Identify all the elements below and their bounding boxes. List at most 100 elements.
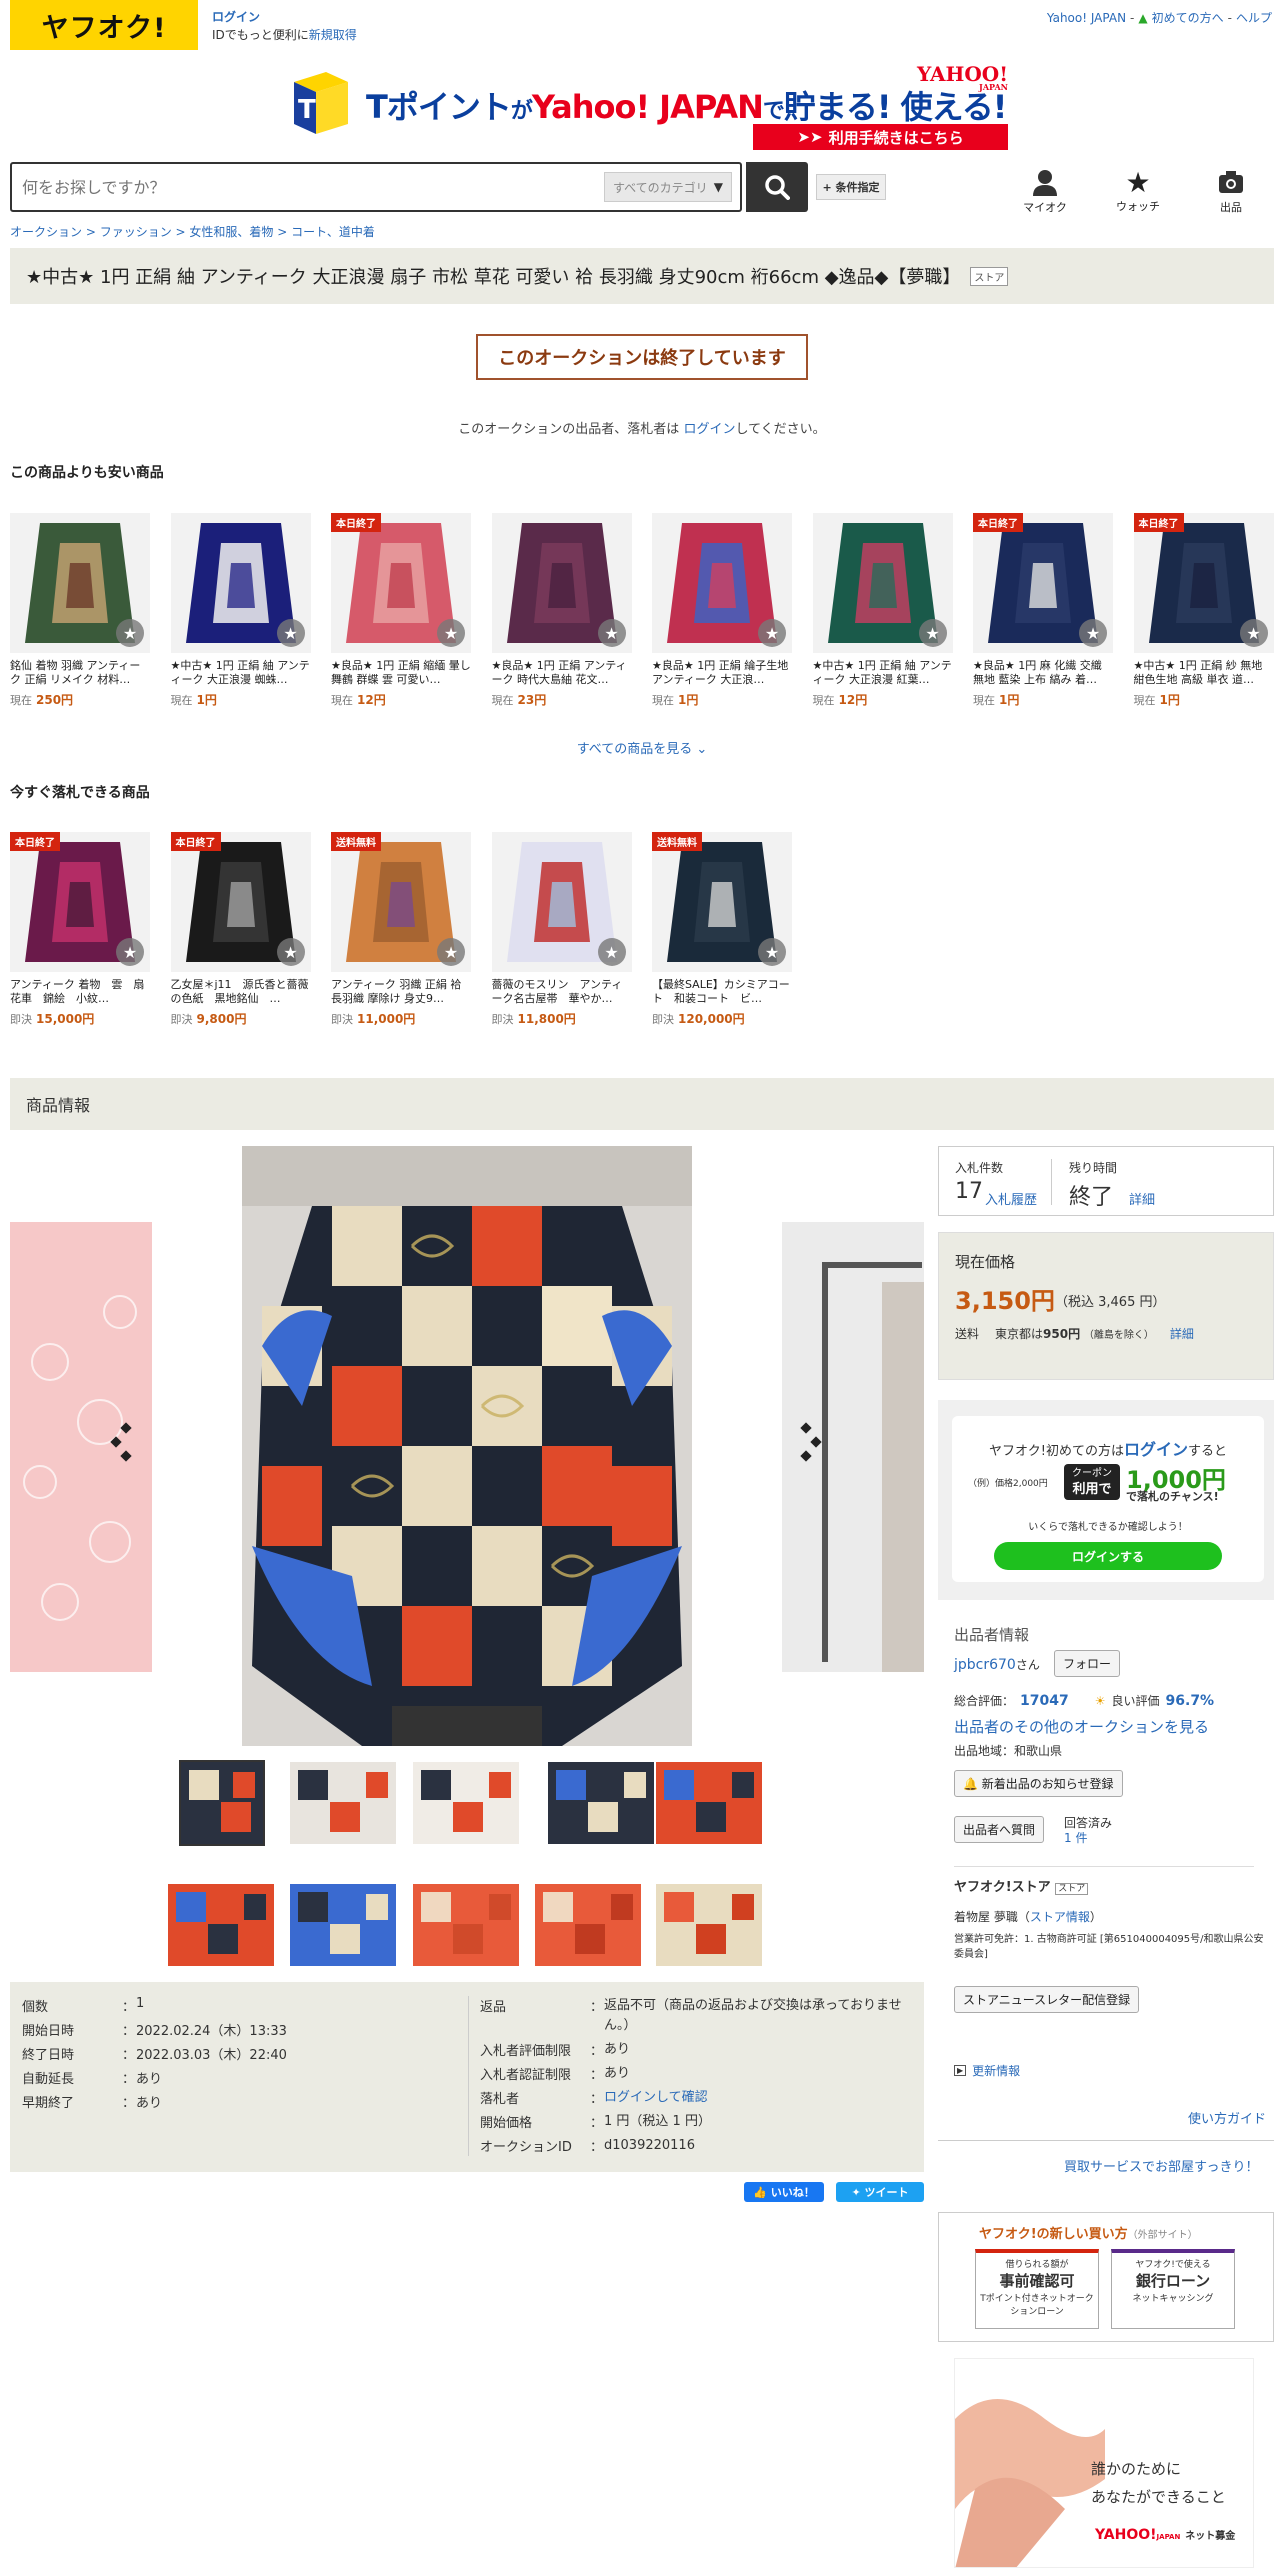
facebook-like-button[interactable]: 👍 いいね！ xyxy=(744,2182,824,2202)
details-key[interactable]: 入札者認証制限 xyxy=(480,2064,590,2084)
image-thumbnail[interactable] xyxy=(656,1884,762,1966)
breadcrumb-item[interactable]: ファッション xyxy=(100,225,172,239)
product-title[interactable]: ★良品★ 1円 麻 化繊 交織 無地 藍染 上布 縞み 着… xyxy=(973,659,1113,687)
seller-rating[interactable]: 17047 xyxy=(1020,1693,1069,1709)
main-item-image[interactable] xyxy=(242,1146,692,1746)
product-card[interactable]: 本日終了 ★ ★良品★ 1円 正絹 縮緬 暈し 舞鶴 群蝶 雲 可愛い… 現在 12円 xyxy=(331,513,471,708)
product-image[interactable]: 本日終了 ★ xyxy=(170,832,311,972)
product-image[interactable]: ★ xyxy=(170,513,311,653)
breadcrumb-item[interactable]: 女性和服、着物 xyxy=(189,225,273,239)
image-thumbnail[interactable] xyxy=(290,1884,396,1966)
banner-cta-button[interactable]: ➤➤ 利用手続きはこちら xyxy=(753,124,1008,150)
tpoint-banner[interactable]: T TポイントがYahoo! JAPANで貯まる! 使える! YAHOO! JAP… xyxy=(288,60,1008,155)
bid-history-link[interactable]: 入札履歴 xyxy=(985,1189,1037,1208)
product-title[interactable]: ★良品★ 1円 正絹 綸子生地 アンティーク 大正浪… xyxy=(652,659,792,687)
image-thumbnail[interactable] xyxy=(548,1762,654,1844)
details-key[interactable]: 自動延長 xyxy=(22,2068,122,2087)
watch-star-icon[interactable]: ★ xyxy=(597,619,626,647)
beginner-link[interactable]: 初めての方へ xyxy=(1152,9,1224,26)
watch-star-icon[interactable]: ★ xyxy=(918,619,947,647)
new-listing-notify-button[interactable]: 🔔 新着出品のお知らせ登録 xyxy=(954,1770,1123,1797)
product-card[interactable]: 本日終了 ★ 乙女屋＊j11 源氏香と薔薇の色紙 黒地銘仙 … 即決 9,800円 xyxy=(170,832,311,1027)
product-card[interactable]: ★ ★中古★ 1円 正絹 紬 アンティーク 大正浪漫 蜘蛛… 現在 1円 xyxy=(170,513,311,708)
loan-banner-1[interactable]: 借りられる額が 事前確認可 Tポイント付きネットオークションローン xyxy=(975,2249,1099,2329)
follow-button[interactable]: フォロー xyxy=(1054,1650,1121,1677)
product-card[interactable]: 本日終了 ★ ★良品★ 1円 麻 化繊 交織 無地 藍染 上布 縞み 着… 現在 1円 xyxy=(973,513,1113,708)
header-watch[interactable]: ★ ウォッチ xyxy=(1103,168,1173,214)
prev-image-arrow[interactable] xyxy=(108,1422,138,1462)
help-link[interactable]: ヘルプ xyxy=(1236,9,1272,26)
kaitori-link[interactable]: 買取サービスでお部屋すっきり！ xyxy=(1064,2156,1258,2175)
watch-star-icon[interactable]: ★ xyxy=(597,938,626,966)
store-info-link[interactable]: ストア情報 xyxy=(1030,1910,1090,1924)
header-myauction[interactable]: マイオク xyxy=(1010,168,1080,215)
register-link[interactable]: 新規取得 xyxy=(309,28,357,42)
watch-star-icon[interactable]: ★ xyxy=(437,619,465,647)
product-title[interactable]: 【最終SALE】カシミアコート 和装コート ビ… xyxy=(652,978,792,1006)
condition-button[interactable]: + 条件指定 xyxy=(816,174,886,200)
watch-star-icon[interactable]: ★ xyxy=(758,619,786,647)
product-title[interactable]: アンティーク 着物 雲 扇 花車 錦絵 小紋… xyxy=(10,978,150,1006)
header-sell[interactable]: 出品 xyxy=(1196,168,1266,215)
answered-link[interactable]: 1 件 xyxy=(1064,1831,1087,1845)
tweet-button[interactable]: ✦ ツイート xyxy=(836,2182,924,2202)
product-title[interactable]: 乙女屋＊j11 源氏香と薔薇の色紙 黒地銘仙 … xyxy=(171,978,311,1006)
category-select[interactable]: すべてのカテゴリ ▼ xyxy=(604,172,732,202)
image-thumbnail[interactable] xyxy=(179,1760,265,1846)
watch-star-icon[interactable]: ★ xyxy=(116,619,144,647)
image-thumbnail[interactable] xyxy=(656,1762,762,1844)
product-card[interactable]: 送料無料 ★ 【最終SALE】カシミアコート 和装コート ビ… 即決 120,000円 xyxy=(652,832,792,1027)
breadcrumb-item[interactable]: オークション xyxy=(10,225,82,239)
watch-star-icon[interactable]: ★ xyxy=(437,938,465,966)
watch-star-icon[interactable]: ★ xyxy=(276,938,305,966)
yahoo-japan-link[interactable]: Yahoo! JAPAN xyxy=(1047,11,1126,25)
product-image[interactable]: 本日終了 ★ xyxy=(331,513,471,653)
product-image[interactable]: ★ xyxy=(652,513,792,653)
seller-other-auctions-link[interactable]: 出品者のその他のオークションを見る xyxy=(954,1716,1209,1737)
login-link[interactable]: ログイン xyxy=(212,8,357,26)
product-image[interactable]: 本日終了 ★ xyxy=(973,513,1113,653)
product-title[interactable]: ★中古★ 1円 正絹 紬 アンティーク 大正浪漫 蜘蛛… xyxy=(171,659,311,687)
product-image[interactable]: ★ xyxy=(10,513,150,653)
image-thumbnail[interactable] xyxy=(535,1884,641,1966)
product-image[interactable]: 本日終了 ★ xyxy=(1133,513,1274,653)
next-image-arrow[interactable] xyxy=(794,1422,824,1462)
details-key[interactable]: 入札者評価制限 xyxy=(480,2040,590,2060)
watch-star-icon[interactable]: ★ xyxy=(1239,619,1268,647)
image-thumbnail[interactable] xyxy=(413,1884,519,1966)
image-thumbnail[interactable] xyxy=(290,1762,396,1844)
see-all-link[interactable]: すべての商品を見る ⌄ xyxy=(0,738,1284,757)
details-key[interactable]: 早期終了 xyxy=(22,2092,122,2111)
product-title[interactable]: アンティーク 羽織 正絹 袷 長羽織 摩除け 身丈9… xyxy=(331,978,471,1006)
product-image[interactable]: ★ xyxy=(812,513,953,653)
product-image[interactable]: 送料無料 ★ xyxy=(652,832,792,972)
seller-name[interactable]: jpbcr670 xyxy=(954,1657,1016,1673)
yahuoku-logo[interactable]: ヤフオク! xyxy=(10,0,198,50)
details-value[interactable]: ログインして確認 xyxy=(604,2088,910,2108)
guide-link[interactable]: 使い方ガイド xyxy=(1188,2108,1266,2127)
product-image[interactable]: 送料無料 ★ xyxy=(331,832,471,972)
product-card[interactable]: ★ ★中古★ 1円 正絹 紬 アンティーク 大正浪漫 紅葉… 現在 12円 xyxy=(812,513,953,708)
product-card[interactable]: ★ ★良品★ 1円 正絹 綸子生地 アンティーク 大正浪… 現在 1円 xyxy=(652,513,792,708)
charity-ad[interactable]: 誰かのために あなたができること YAHOO!JAPAN ネット募金 xyxy=(954,2358,1254,2568)
update-info[interactable]: ▶ 更新情報 xyxy=(954,2062,1020,2079)
loan-banner-2[interactable]: ヤフオク!で使える 銀行ローン ネットキャッシング xyxy=(1111,2249,1235,2329)
product-title[interactable]: ★中古★ 1円 正絹 紬 アンティーク 大正浪漫 紅葉… xyxy=(813,659,953,687)
product-card[interactable]: ★ 薔薇のモスリン アンティーク名古屋帯 華やか… 即決 11,800円 xyxy=(491,832,632,1027)
watch-star-icon[interactable]: ★ xyxy=(116,938,144,966)
product-title[interactable]: ★良品★ 1円 正絹 アンティーク 時代大島紬 花文… xyxy=(492,659,632,687)
product-card[interactable]: 本日終了 ★ ★中古★ 1円 正絹 紗 無地 紺色生地 高級 単衣 道… 現在 1円 xyxy=(1133,513,1274,708)
watch-star-icon[interactable]: ★ xyxy=(276,619,305,647)
product-card[interactable]: 本日終了 ★ アンティーク 着物 雲 扇 花車 錦絵 小紋… 即決 15,000円 xyxy=(10,832,150,1027)
search-input[interactable] xyxy=(12,165,604,209)
product-title[interactable]: ★良品★ 1円 正絹 縮緬 暈し 舞鶴 群蝶 雲 可愛い… xyxy=(331,659,471,687)
product-title[interactable]: 銘仙 着物 羽織 アンティーク 正絹 リメイク 材料… xyxy=(10,659,150,687)
login-link[interactable]: ログイン xyxy=(683,422,735,437)
product-card[interactable]: ★ 銘仙 着物 羽織 アンティーク 正絹 リメイク 材料… 現在 250円 xyxy=(10,513,150,708)
product-card[interactable]: 送料無料 ★ アンティーク 羽織 正絹 袷 長羽織 摩除け 身丈9… 即決 11,000… xyxy=(331,832,471,1027)
watch-star-icon[interactable]: ★ xyxy=(758,938,786,966)
product-image[interactable]: ★ xyxy=(491,513,632,653)
image-thumbnail[interactable] xyxy=(413,1762,519,1844)
ask-seller-button[interactable]: 出品者へ質問 xyxy=(954,1816,1045,1843)
product-title[interactable]: ★中古★ 1円 正絹 紗 無地 紺色生地 高級 単衣 道… xyxy=(1134,659,1274,687)
